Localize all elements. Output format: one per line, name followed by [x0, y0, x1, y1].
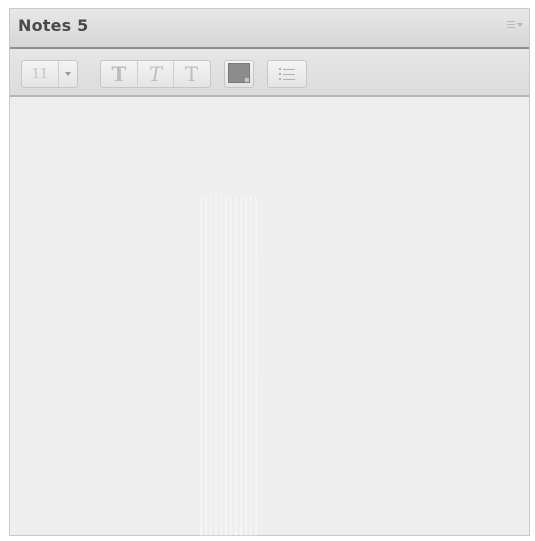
bullet-list-icon [268, 61, 306, 87]
formatting-toolbar: 11 T T T [10, 49, 529, 97]
chevron-down-icon [65, 72, 71, 76]
panel-title: Notes 5 [18, 16, 89, 35]
font-size-selector[interactable]: 11 [21, 60, 78, 88]
font-size-dropdown-button[interactable] [58, 61, 77, 87]
plain-text-button[interactable]: T [173, 61, 209, 87]
panel-menu-icon[interactable] [507, 19, 525, 31]
italic-button[interactable]: T [137, 61, 173, 87]
color-swatch-icon [228, 63, 250, 83]
bullet-list-button[interactable] [267, 60, 307, 88]
background-texture [200, 197, 260, 537]
panel-titlebar[interactable]: Notes 5 [10, 9, 529, 49]
text-style-group: T T T [100, 60, 211, 88]
notes-panel: Notes 5 11 T T T [9, 8, 530, 537]
bold-button[interactable]: T [101, 61, 137, 87]
font-size-value[interactable]: 11 [22, 61, 58, 87]
text-color-button[interactable] [224, 60, 254, 88]
note-text-area[interactable] [10, 97, 529, 537]
